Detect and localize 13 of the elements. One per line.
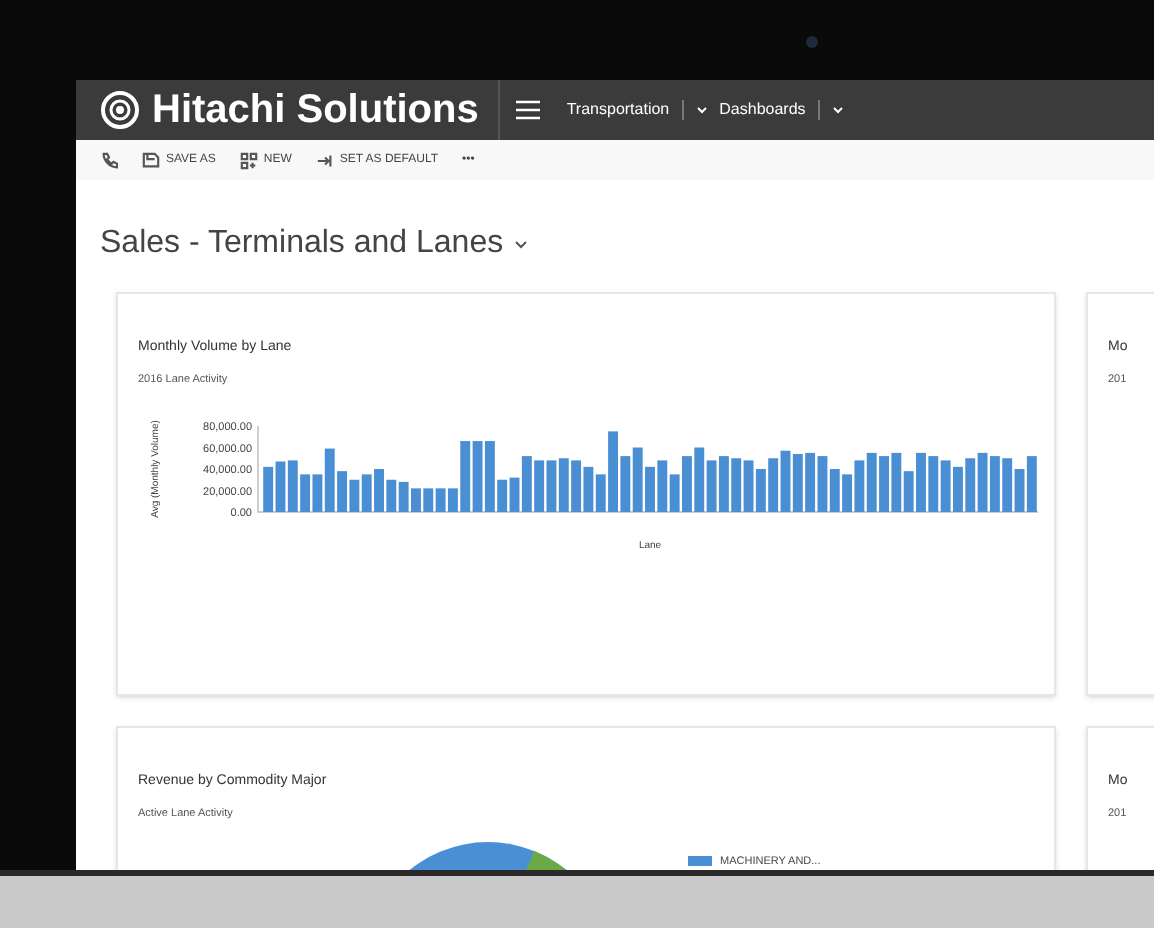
call-button[interactable] [100,151,118,169]
logo-icon [100,90,140,130]
camera-icon [806,36,818,48]
grid-plus-icon [239,151,258,169]
menu-icon[interactable] [516,100,541,120]
arrow-to-bar-icon [315,151,334,169]
dashboard-title: Sales - Terminals and Lanes [100,224,504,264]
nav-menu-item[interactable]: Dashboards [719,102,806,118]
chevron-down-icon[interactable] [513,239,528,249]
brand-name: Hitachi Solutions [152,90,479,130]
nav-menu-item[interactable]: Transportation [566,102,670,118]
save-icon [142,151,160,169]
phone-icon [100,151,118,169]
